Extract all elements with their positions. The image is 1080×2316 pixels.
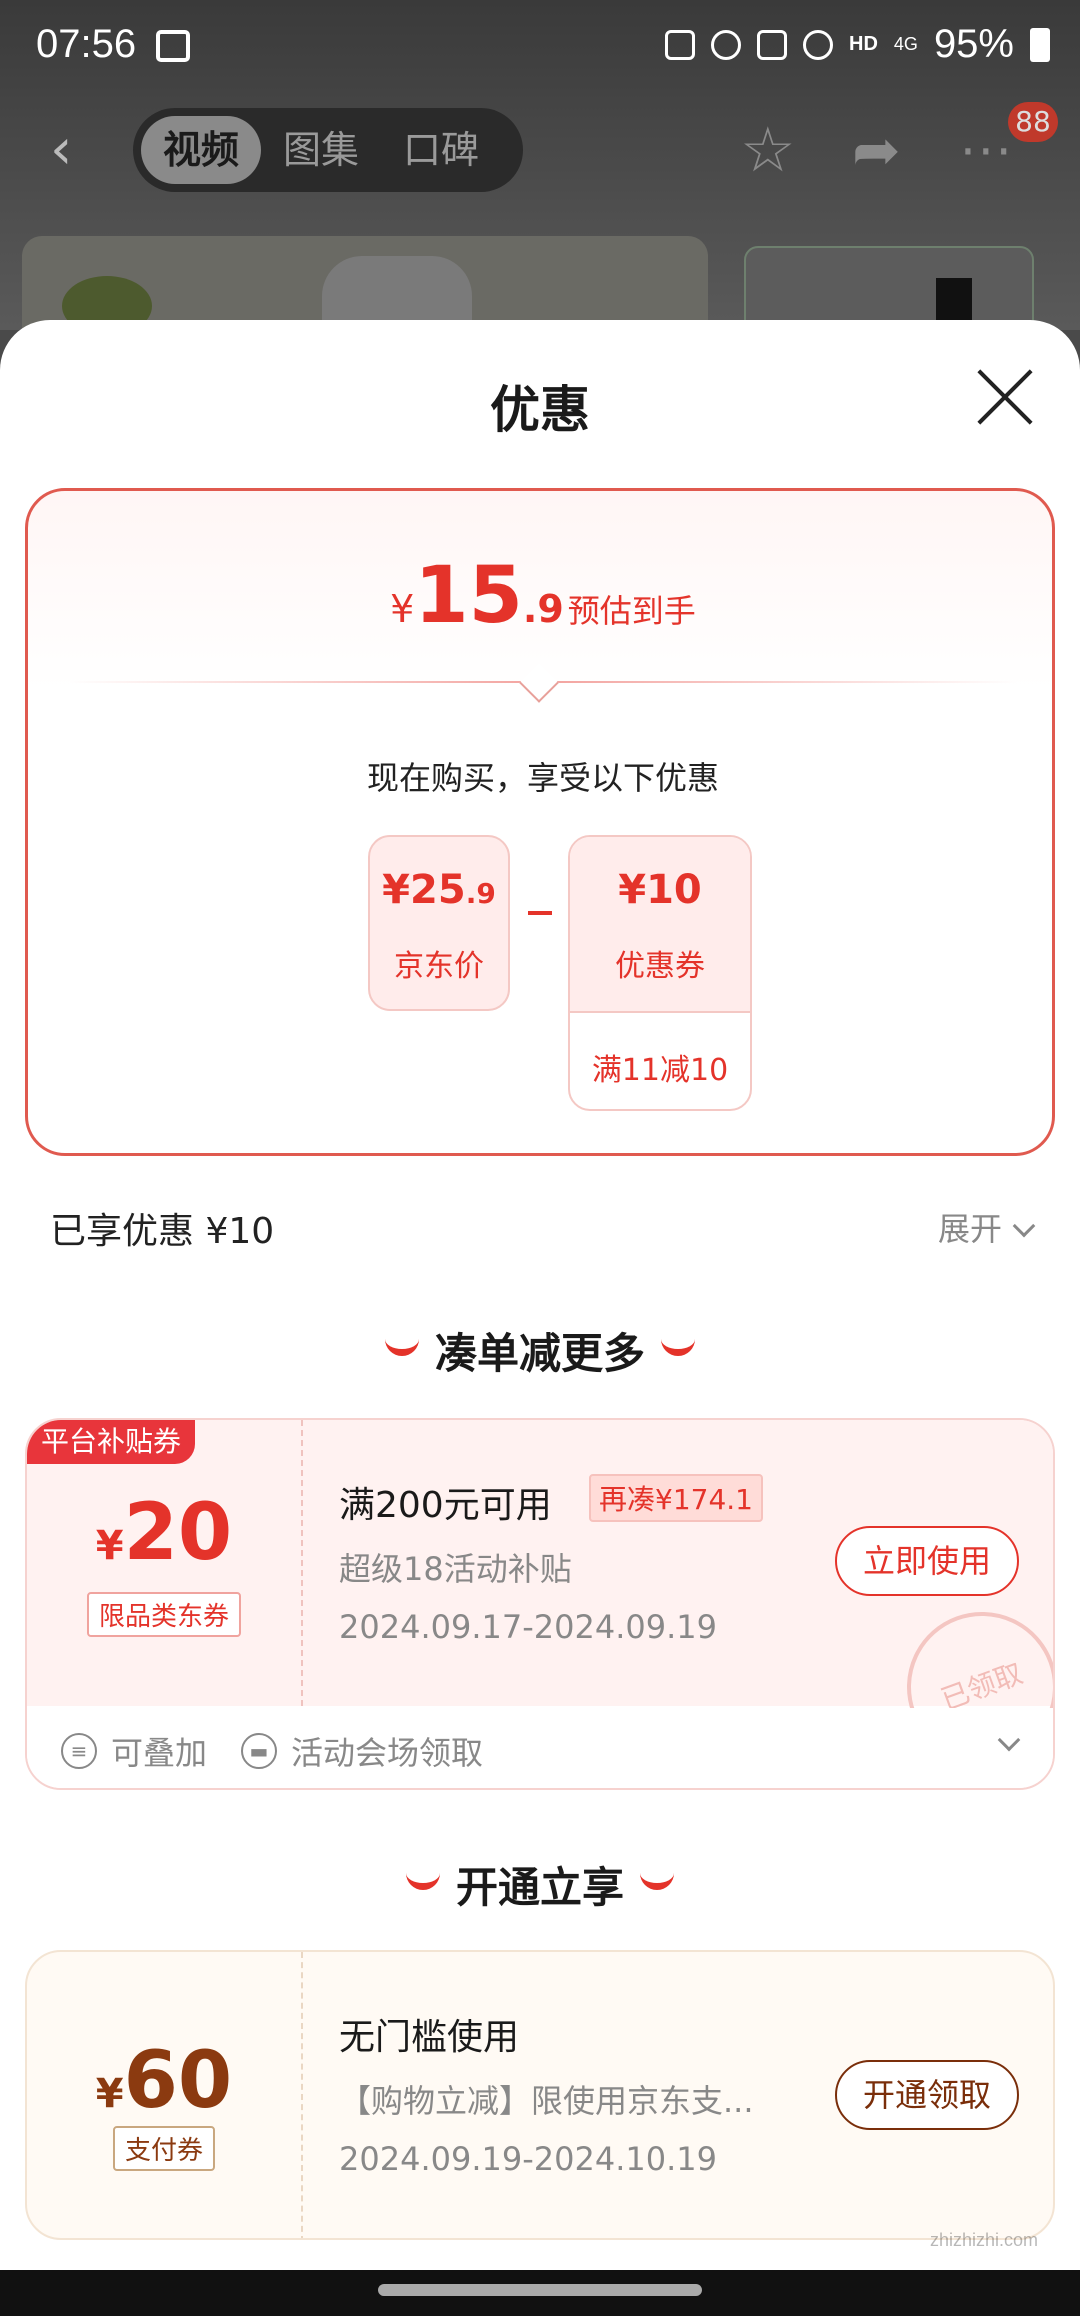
section-title-more-discounts: 凑单减更多 — [0, 1320, 1080, 1381]
chevron-down-icon[interactable] — [997, 1728, 1021, 1752]
minus-sign — [528, 911, 552, 915]
coupon-desc: 【购物立减】限使用京东支... — [339, 2082, 754, 2120]
share-icon[interactable]: ➦ — [852, 120, 901, 180]
battery-percent: 95% — [933, 22, 1014, 66]
buy-now-text: 现在购买，享受以下优惠 — [366, 759, 719, 797]
divider-notch — [519, 663, 559, 703]
jd-price-box: ¥25.9 京东价 — [368, 835, 510, 1011]
activate-claim-button[interactable]: 开通领取 — [835, 2060, 1019, 2130]
back-icon[interactable]: ‹ — [50, 122, 100, 178]
chevron-down-icon — [1012, 1214, 1036, 1238]
coupon-title: 满200元可用 — [339, 1485, 552, 1526]
expand-label: 展开 — [937, 1210, 1002, 1248]
stack-icon: ≡ — [61, 1733, 97, 1769]
section2-title: 开通立享 — [455, 1863, 624, 1912]
alarm-icon — [711, 29, 742, 60]
need-more-badge[interactable]: 再凑¥174.1 — [589, 1474, 763, 1522]
estimate-decimal: .9 — [522, 587, 564, 631]
estimated-price: ¥15.9 预估到手 — [28, 551, 1058, 641]
tab-video[interactable]: 视频 — [141, 116, 262, 184]
jd-price-label: 京东价 — [394, 949, 484, 984]
sheet-title: 优惠 — [490, 381, 590, 439]
coupon-amount-number: 60 — [123, 2036, 233, 2126]
payment-coupon: ¥60 支付券 无门槛使用 【购物立减】限使用京东支... 2024.09.19… — [25, 1950, 1055, 2240]
coupon-label: 优惠券 — [615, 949, 705, 984]
source-label: 活动会场领取 — [291, 1734, 484, 1772]
smile-icon — [405, 1872, 440, 1890]
coupon-type-tag: 支付券 — [112, 2126, 216, 2171]
platform-subsidy-coupon: ¥20 限品类东券 平台补贴券 满200元可用 再凑¥174.1 超级18活动补… — [25, 1418, 1055, 1790]
smile-icon — [640, 1872, 674, 1890]
use-now-button[interactable]: 立即使用 — [835, 1526, 1019, 1596]
tab-reviews[interactable]: 口碑 — [381, 116, 501, 184]
estimate-integer: 15 — [414, 551, 523, 641]
product-nav-bar: ‹ 视频 图集 口碑 ☆ ➦ ··· 88 — [0, 100, 1080, 200]
home-gesture-pill[interactable] — [378, 2284, 702, 2296]
stackable-info: ≡ 可叠加 — [61, 1728, 207, 1774]
coupon-value: ¥20 — [27, 1488, 301, 1578]
coupon-condition: 满11减10 — [591, 1053, 729, 1088]
status-icons: HD 4G 95% — [665, 22, 1050, 67]
tab-gallery[interactable]: 图集 — [261, 116, 381, 184]
battery-icon — [1030, 27, 1050, 62]
coupon-amount-number: 20 — [123, 1488, 233, 1578]
hd-label: HD — [849, 33, 878, 55]
coupon-box: ¥10 优惠券 满11减10 — [568, 835, 752, 1111]
signal-icon: 4G — [893, 34, 918, 54]
wifi-icon — [803, 29, 834, 60]
coupon-box-top — [570, 837, 750, 1013]
coupon-amount: ¥10 — [618, 867, 702, 913]
coupon-value: ¥60 — [27, 2036, 301, 2126]
stackable-label: 可叠加 — [111, 1734, 208, 1772]
coupon-footer: ≡ 可叠加 ▬ 活动会场领取 — [27, 1708, 1053, 1788]
smile-icon — [661, 1338, 695, 1356]
app-notification-icon — [665, 29, 696, 60]
status-time: 07:56 — [36, 22, 137, 66]
package-graphic — [936, 278, 972, 324]
coupon-value-panel: ¥60 支付券 — [27, 1952, 303, 2238]
coupon-date: 2024.09.17-2024.09.19 — [339, 1608, 717, 1646]
section-title-activate: 开通立享 — [0, 1854, 1080, 1915]
mute-icon — [757, 29, 788, 60]
discount-sheet: 优惠 ¥15.9 预估到手 现在购买，享受以下优惠 ¥25.9 京东价 ¥10 优… — [0, 320, 1080, 2270]
expand-button[interactable]: 展开 — [937, 1204, 1036, 1250]
coupon-type-tag: 限品类东券 — [86, 1592, 242, 1637]
coupon-desc: 超级18活动补贴 — [339, 1550, 572, 1588]
gallery-notification-icon — [156, 30, 190, 62]
coupon-title: 无门槛使用 — [339, 2017, 520, 2058]
navigation-bar — [0, 2270, 1080, 2316]
smile-icon — [384, 1338, 419, 1356]
coupon-date: 2024.09.19-2024.10.19 — [339, 2140, 717, 2178]
section1-title: 凑单减更多 — [434, 1329, 645, 1378]
jd-price-yen: ¥ — [382, 867, 411, 913]
close-icon[interactable] — [974, 366, 1036, 428]
estimate-label: 预估到手 — [567, 592, 696, 630]
message-count-badge: 88 — [1008, 102, 1058, 142]
favorite-star-icon[interactable]: ☆ — [740, 119, 796, 181]
status-bar: 07:56 HD 4G 95% — [0, 0, 1080, 95]
estimated-price-card: ¥15.9 预估到手 现在购买，享受以下优惠 ¥25.9 京东价 ¥10 优惠券 … — [25, 488, 1055, 1156]
ticket-icon: ▬ — [241, 1733, 277, 1769]
platform-subsidy-tag: 平台补贴券 — [27, 1420, 196, 1464]
enjoyed-discount: 已享优惠 ¥10 — [50, 1211, 275, 1252]
jd-price-decimal: .9 — [465, 877, 496, 910]
media-tabs: 视频 图集 口碑 — [133, 108, 523, 192]
jd-price-integer: 25 — [410, 867, 466, 913]
more-icon[interactable]: ··· — [960, 122, 1014, 182]
coupon-yen: ¥ — [95, 1523, 124, 1569]
watermark: zhizhizhi.com — [930, 2230, 1039, 2250]
coupon-yen: ¥ — [95, 2071, 124, 2117]
jd-price-amount: ¥25.9 — [370, 867, 508, 913]
source-info: ▬ 活动会场领取 — [241, 1728, 483, 1774]
estimate-yen: ¥ — [390, 587, 415, 631]
